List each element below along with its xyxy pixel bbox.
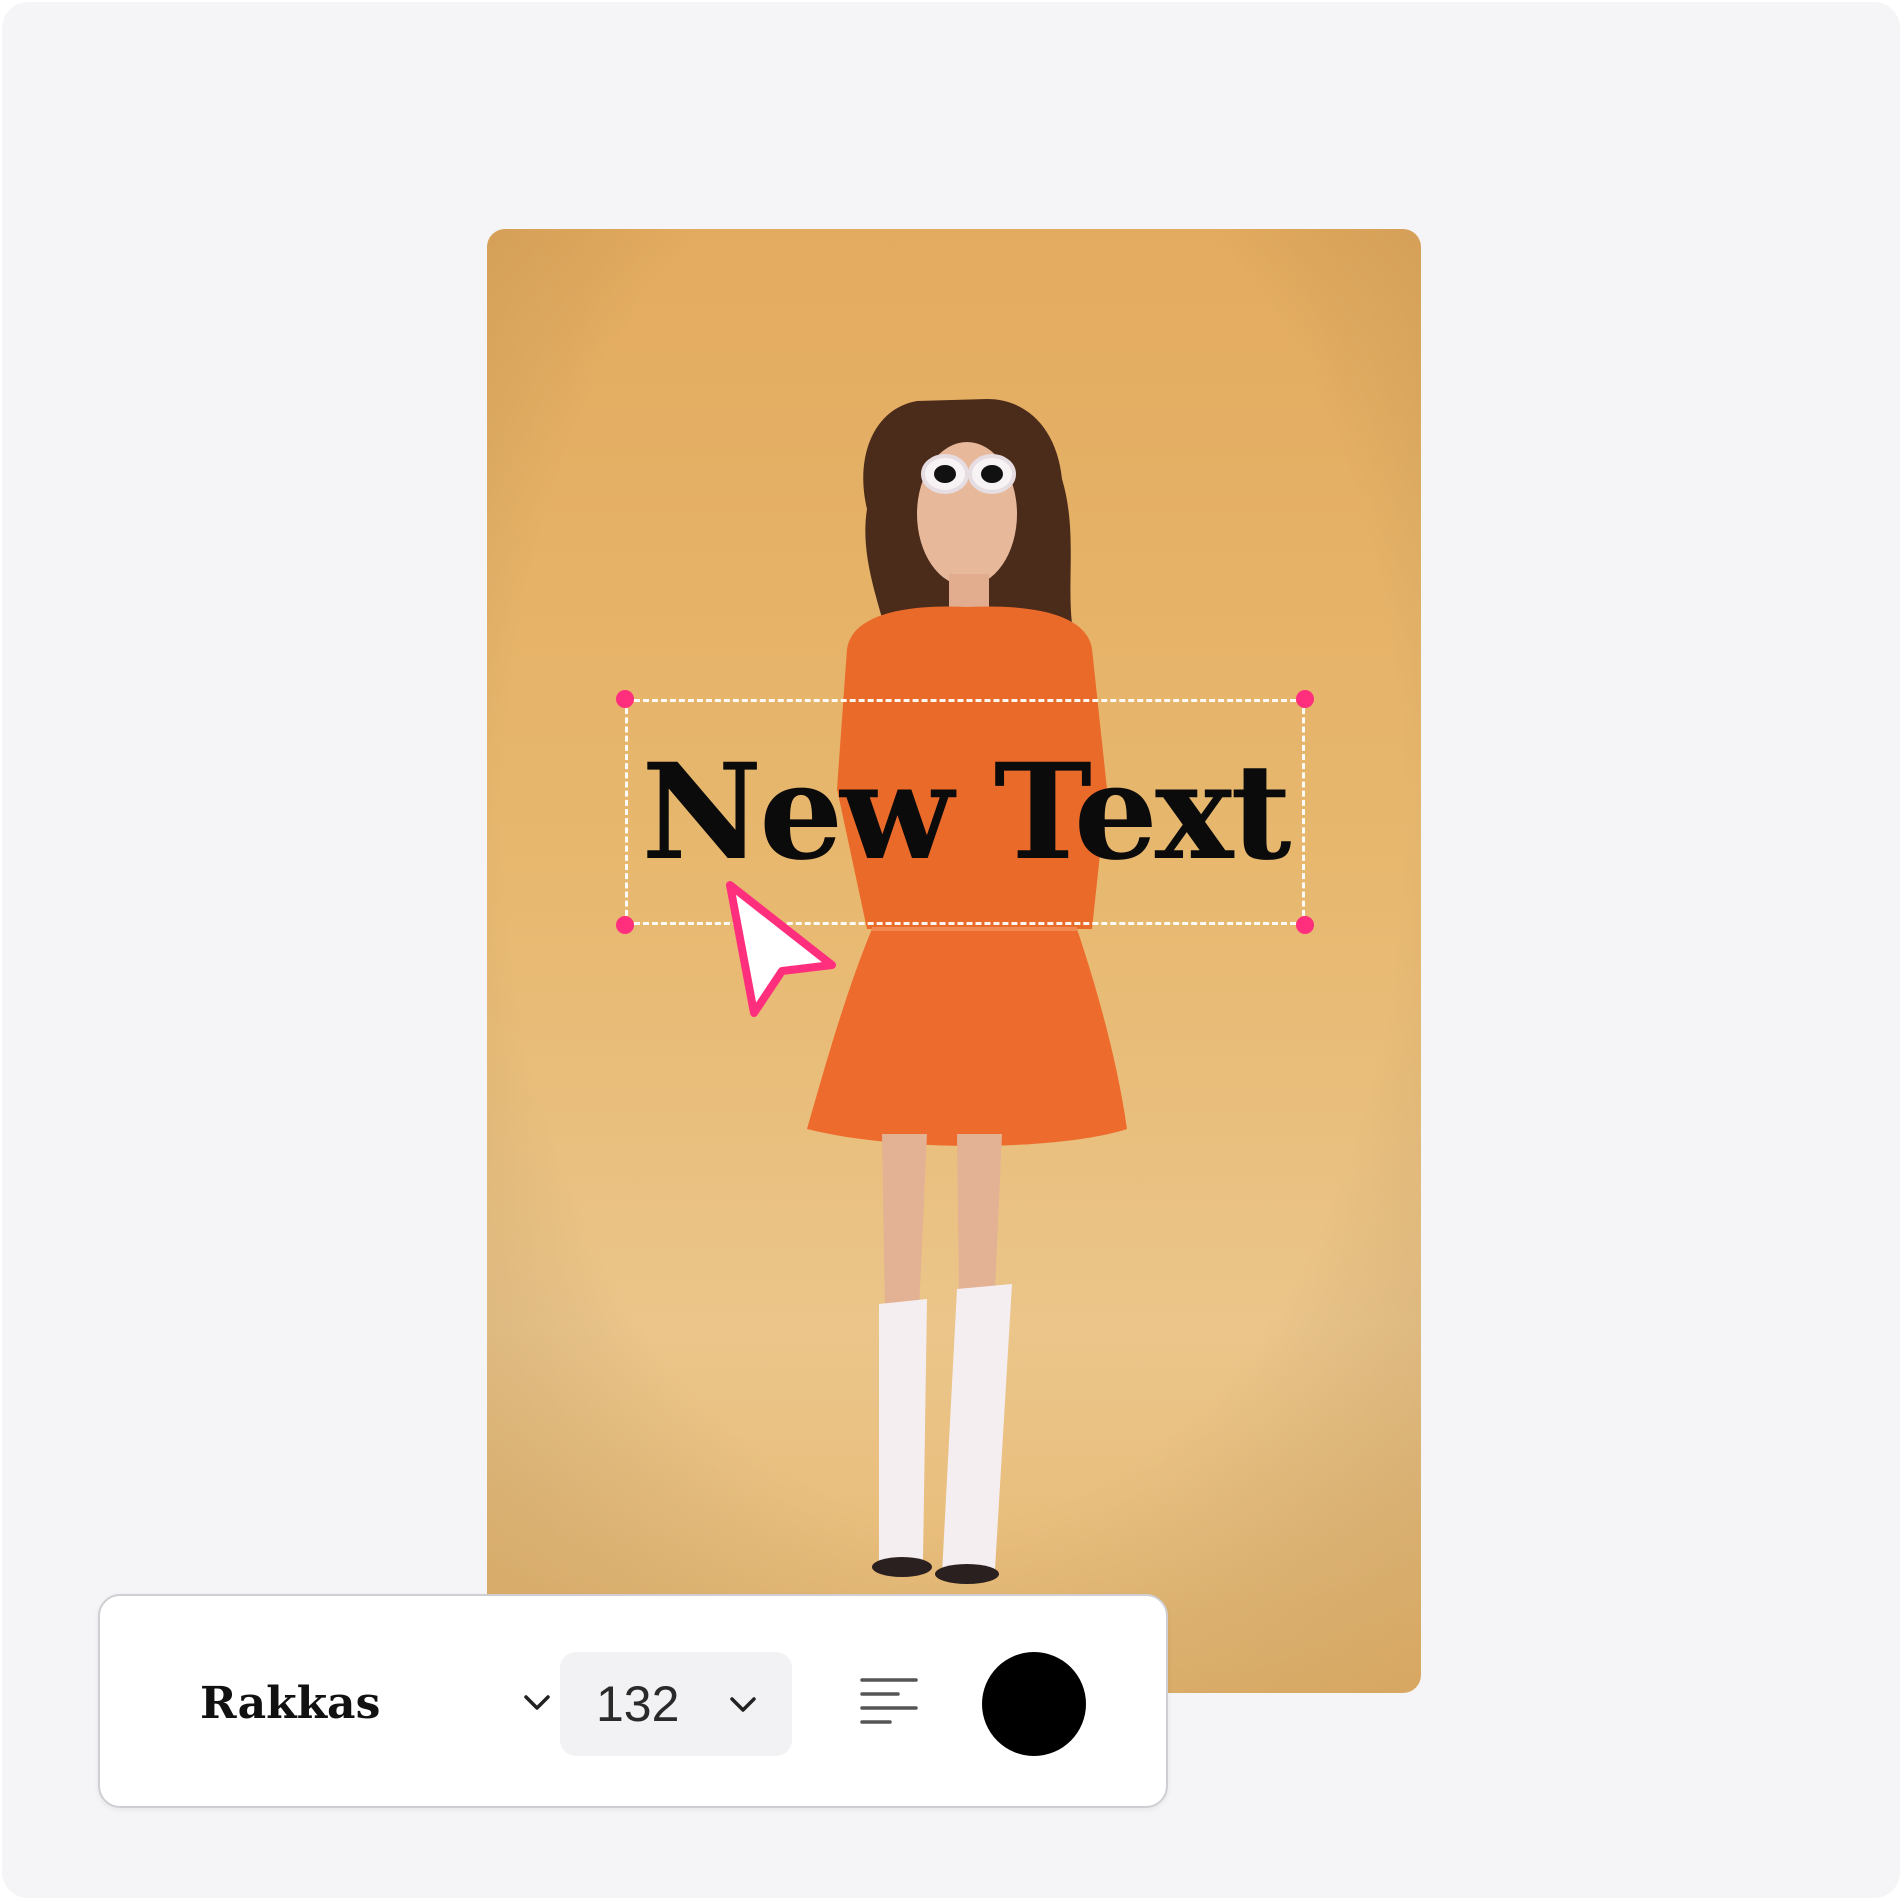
- chevron-down-icon: [730, 1697, 756, 1712]
- photo-background: [487, 229, 1421, 1693]
- font-family-dropdown[interactable]: Rakkas: [148, 1650, 618, 1756]
- pointer-cursor-icon: [726, 881, 836, 1017]
- font-family-label: Rakkas: [200, 1677, 381, 1729]
- text-color-swatch[interactable]: [982, 1652, 1086, 1756]
- align-left-icon[interactable]: [860, 1676, 918, 1728]
- font-size-value: 132: [596, 1676, 680, 1732]
- chevron-down-icon: [524, 1695, 550, 1710]
- font-size-dropdown[interactable]: 132: [560, 1652, 792, 1756]
- design-canvas[interactable]: [487, 229, 1421, 1693]
- editor-stage: New Text Rakkas 132: [2, 2, 1900, 1898]
- text-format-toolbar: Rakkas 132: [98, 1594, 1168, 1808]
